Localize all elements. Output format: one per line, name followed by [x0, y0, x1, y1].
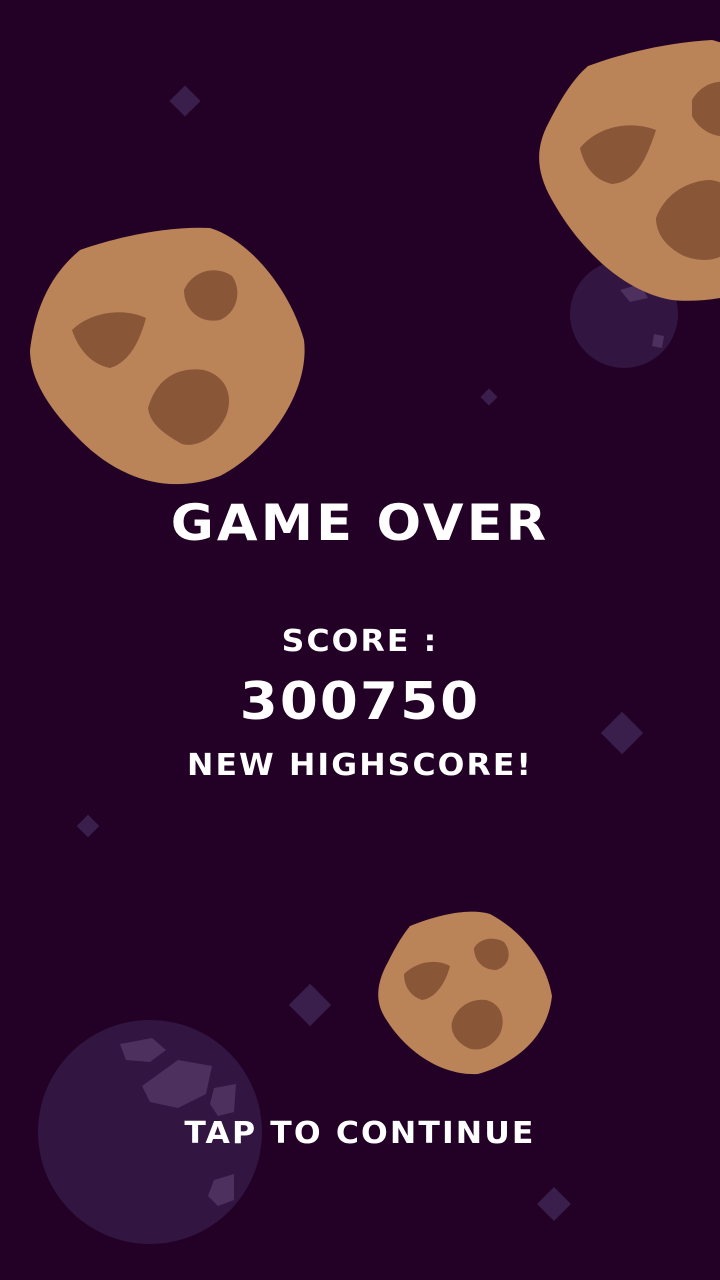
asteroid-bottom — [378, 911, 552, 1075]
score-value: 300750 — [239, 672, 481, 732]
asteroid-left — [30, 227, 305, 485]
asteroid-top-right — [539, 40, 720, 301]
new-highscore-banner: NEW HIGHSCORE! — [186, 748, 534, 783]
game-over-title: GAME OVER — [170, 494, 550, 552]
score-label: SCORE : — [281, 624, 439, 659]
tap-to-continue-button[interactable]: TAP TO CONTINUE — [0, 1116, 720, 1151]
